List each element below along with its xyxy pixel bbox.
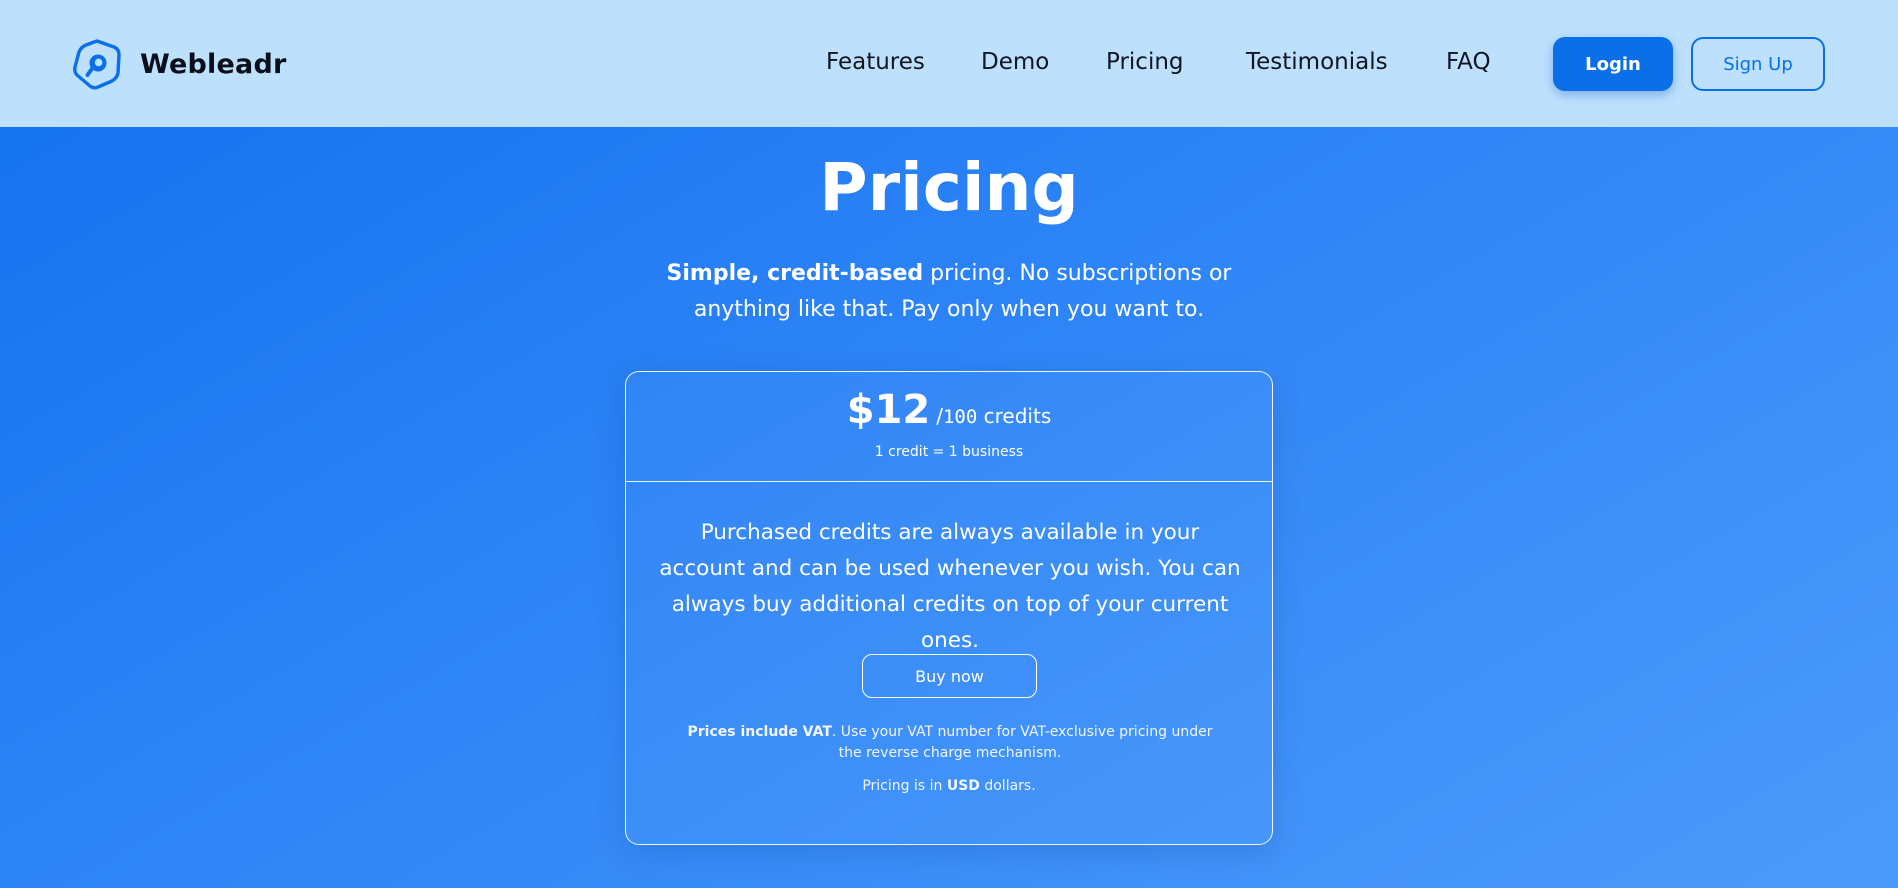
price-line: $12/100 credits [626,387,1272,433]
signup-button[interactable]: Sign Up [1691,37,1825,91]
pricing-card-header: $12/100 credits 1 credit = 1 business [626,372,1272,482]
buy-now-button[interactable]: Buy now [862,654,1037,698]
price-unit-prefix: / [936,404,943,428]
nav-item-demo[interactable]: Demo [981,49,1049,75]
vat-note-emphasis: Prices include VAT [687,724,832,740]
vat-note-text: . Use your VAT number for VAT-exclusive … [831,724,1213,761]
page-subtitle: Simple, credit-based pricing. No subscri… [620,256,1278,328]
page-title: Pricing [819,149,1079,226]
currency-code: USD [946,778,980,794]
nav-item-pricing[interactable]: Pricing [1106,49,1184,75]
subtitle-emphasis: Simple, credit-based [666,261,924,286]
nav-item-faq[interactable]: FAQ [1446,49,1491,75]
price-amount: $12 [846,387,931,433]
price-unit-suffix: credits [977,404,1052,428]
credits-description: Purchased credits are always available i… [659,520,1241,653]
price-unit: /100 credits [936,404,1051,428]
vat-note: Prices include VAT. Use your VAT number … [686,722,1214,764]
nav-item-features[interactable]: Features [826,49,925,75]
login-button[interactable]: Login [1553,37,1673,91]
currency-note-prefix: Pricing is in [862,778,947,794]
pricing-card: $12/100 credits 1 credit = 1 business Pu… [625,371,1273,845]
credit-conversion-note: 1 credit = 1 business [874,444,1024,460]
nav-item-testimonials[interactable]: Testimonials [1246,49,1388,75]
currency-note: Pricing is in USD dollars. [626,778,1272,794]
site-header: Webleadr Features Demo Pricing Testimoni… [0,0,1898,127]
currency-note-suffix: dollars. [979,778,1036,794]
price-unit-number: 100 [942,406,978,428]
